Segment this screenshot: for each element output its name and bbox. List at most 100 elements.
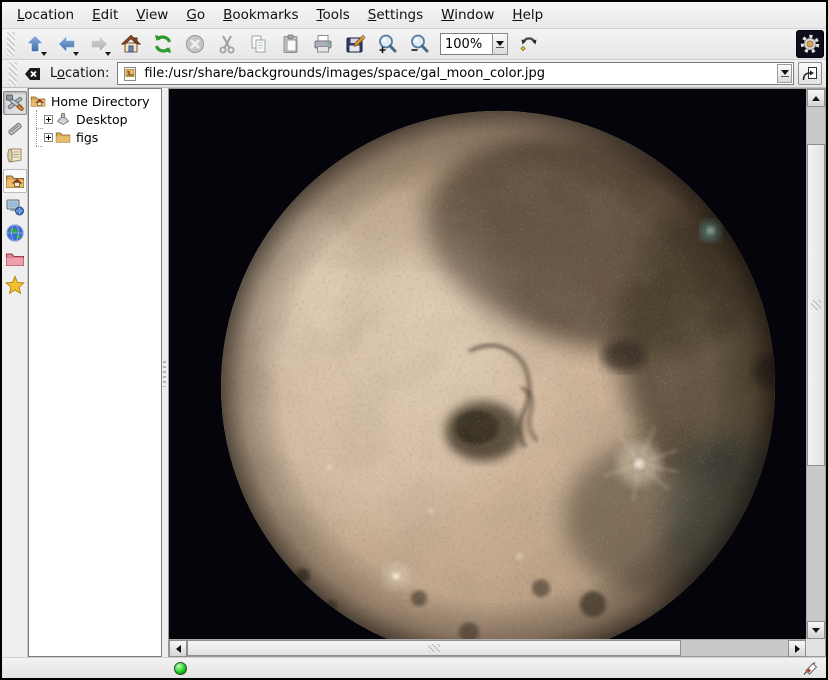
go-button[interactable] (798, 62, 822, 85)
stop-button[interactable] (180, 30, 210, 58)
scroll-right-button[interactable] (788, 640, 806, 657)
tree-expander-plus[interactable] (44, 115, 53, 124)
printer-icon (312, 33, 334, 55)
zoom-level-input[interactable] (440, 33, 492, 55)
scissors-icon (216, 33, 238, 55)
view-indicator[interactable] (802, 661, 818, 676)
kde-gear-icon (799, 33, 821, 55)
floppy-pencil-icon (344, 33, 366, 55)
location-toolbar-grip[interactable] (9, 62, 17, 86)
services-tools-icon (5, 93, 25, 113)
paste-button[interactable] (276, 30, 306, 58)
home-button[interactable] (116, 30, 146, 58)
menu-window[interactable]: Window (432, 4, 503, 26)
forward-dropdown-caret[interactable] (105, 52, 111, 56)
zoom-combo-arrow[interactable] (492, 33, 508, 55)
cut-button[interactable] (212, 30, 242, 58)
desktop-icon (55, 111, 71, 127)
sidebar-button-devices[interactable] (3, 117, 27, 141)
tree-expander-plus[interactable] (44, 133, 53, 142)
menu-help[interactable]: Help (503, 4, 552, 26)
history-scroll-icon (5, 145, 25, 165)
menu-bookmarks[interactable]: Bookmarks (214, 4, 307, 26)
kde-gear-throbber (796, 30, 824, 58)
sidebar-button-services[interactable] (3, 91, 27, 115)
arrow-left-icon (176, 645, 181, 653)
location-url-input[interactable] (141, 66, 777, 81)
tree-item-figs[interactable]: figs (30, 128, 160, 146)
tree-item-label: figs (74, 130, 100, 145)
arrow-right-icon (795, 645, 800, 653)
chevron-down-icon (496, 41, 504, 46)
reload-button[interactable] (148, 30, 178, 58)
tree-item-label: Desktop (74, 112, 130, 127)
folder-home-icon (30, 93, 46, 109)
back-button[interactable] (52, 30, 82, 58)
back-dropdown-caret[interactable] (73, 52, 79, 56)
menu-edit[interactable]: Edit (83, 4, 127, 26)
home-icon (120, 33, 142, 55)
clear-location-icon (24, 66, 42, 82)
go-enter-arrow-icon (802, 66, 818, 82)
toolbar-grip[interactable] (7, 32, 15, 56)
tree-item-label: Home Directory (49, 94, 152, 109)
location-combo-arrow[interactable] (777, 64, 792, 83)
menubar: Location Edit View Go Bookmarks Tools Se… (2, 2, 826, 29)
menu-go[interactable]: Go (177, 4, 214, 26)
menu-settings[interactable]: Settings (359, 4, 432, 26)
root-folder-red-icon (5, 249, 25, 269)
rotate-button[interactable] (514, 30, 544, 58)
menu-view[interactable]: View (127, 4, 177, 26)
menu-tools[interactable]: Tools (308, 4, 359, 26)
sidebar-button-network[interactable] (3, 195, 27, 219)
bookmarks-star-icon (5, 275, 25, 295)
home-directory-folder-icon (5, 171, 25, 191)
chevron-down-icon (781, 70, 789, 75)
paste-icon (280, 33, 302, 55)
horizontal-scroll-track[interactable] (187, 640, 788, 656)
scrollbar-corner (806, 639, 825, 656)
sidebar-button-home-directory[interactable] (3, 169, 27, 193)
directory-tree-panel: Home Directory Desktop (28, 88, 162, 657)
reload-icon (152, 33, 174, 55)
scroll-down-button[interactable] (807, 621, 825, 639)
panel-splitter[interactable] (162, 88, 168, 657)
vertical-scroll-thumb[interactable] (807, 144, 825, 466)
print-button[interactable] (308, 30, 338, 58)
clear-location-button[interactable] (24, 66, 42, 82)
sidebar-button-strip (2, 88, 28, 657)
zoom-in-button[interactable] (372, 30, 402, 58)
horizontal-scrollbar[interactable] (169, 639, 806, 656)
sidebar-button-web[interactable] (3, 221, 27, 245)
copy-icon (248, 33, 270, 55)
arrow-up-icon (812, 96, 820, 101)
save-image-button[interactable] (340, 30, 370, 58)
main-area: Home Directory Desktop (2, 88, 826, 657)
scroll-left-button[interactable] (169, 640, 187, 657)
main-toolbar (2, 29, 826, 60)
web-globe-icon (5, 223, 25, 243)
location-combobox[interactable] (117, 62, 794, 85)
tree-item-home-directory[interactable]: Home Directory (30, 92, 160, 110)
image-viewport (169, 89, 806, 639)
scroll-up-button[interactable] (807, 89, 825, 107)
copy-button[interactable] (244, 30, 274, 58)
tree-item-desktop[interactable]: Desktop (30, 110, 160, 128)
zoom-out-button[interactable] (404, 30, 434, 58)
location-toolbar: Location: (2, 60, 826, 88)
vertical-scroll-track[interactable] (807, 107, 825, 621)
view-active-led (174, 662, 187, 675)
menu-location[interactable]: Location (8, 4, 83, 26)
up-button[interactable] (20, 30, 50, 58)
location-label: Location: (50, 66, 109, 81)
up-dropdown-caret[interactable] (41, 52, 47, 56)
sidebar-button-bookmarks[interactable] (3, 273, 27, 297)
zoom-level-combo[interactable] (440, 33, 508, 55)
sidebar-button-root-folder[interactable] (3, 247, 27, 271)
image-file-icon (122, 66, 138, 82)
horizontal-scroll-thumb[interactable] (187, 640, 681, 656)
forward-button[interactable] (84, 30, 114, 58)
vertical-scrollbar[interactable] (806, 89, 825, 639)
image-view-frame (168, 88, 826, 657)
sidebar-button-history[interactable] (3, 143, 27, 167)
